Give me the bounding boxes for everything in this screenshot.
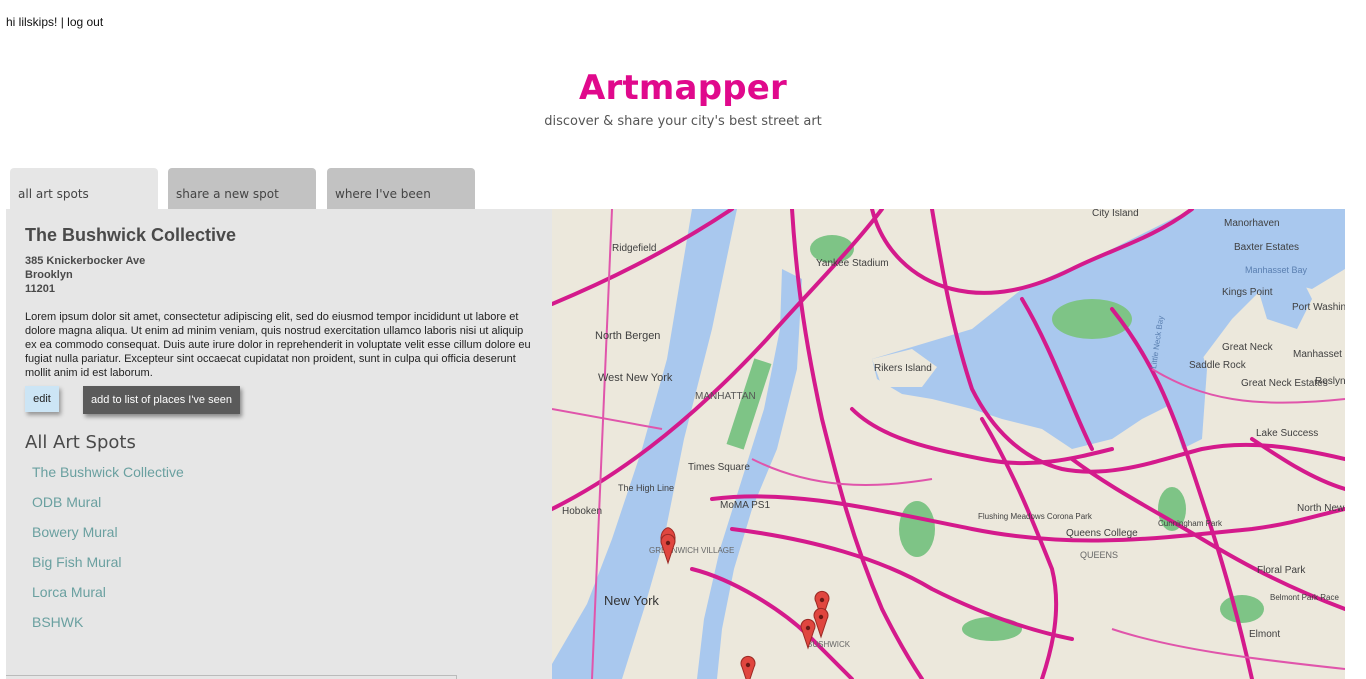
map-canvas[interactable]: City Island Manorhaven Baxter Estates Ma… <box>552 209 1345 679</box>
flushing-meadows-park <box>899 501 935 557</box>
spot-link[interactable]: The Bushwick Collective <box>32 464 184 480</box>
tab-where-ive-been[interactable]: where I've been <box>327 168 475 209</box>
map-label-times-square: Times Square <box>688 462 750 473</box>
address-borough: Brooklyn <box>25 269 73 281</box>
edit-button[interactable]: edit <box>25 386 59 412</box>
map-label-rikers-island: Rikers Island <box>874 363 932 374</box>
site-header: Artmapper discover & share your city's b… <box>0 68 1366 129</box>
site-tagline: discover & share your city's best street… <box>544 114 822 129</box>
map-label-city-island: City Island <box>1092 209 1139 219</box>
logout-link[interactable]: log out <box>67 15 103 29</box>
add-to-seen-button[interactable]: add to list of places I've seen <box>83 386 240 414</box>
list-heading: All Art Spots <box>25 432 136 453</box>
map-label-moma-ps1: MoMA PS1 <box>720 500 770 511</box>
map-label-manorhaven: Manorhaven <box>1224 218 1280 229</box>
map-label-elmont: Elmont <box>1249 629 1280 640</box>
map-label-great-neck: Great Neck <box>1222 342 1274 353</box>
map-label-port-washington: Port Washington <box>1292 302 1345 313</box>
map-label-belmont-park: Belmont Park Race <box>1270 593 1339 602</box>
map-label-manhattan: MANHATTAN <box>695 391 756 402</box>
belmont-park <box>1220 595 1264 623</box>
action-row: edit add to list of places I've seen <box>25 386 533 416</box>
spot-title: The Bushwick Collective <box>25 225 237 245</box>
map-label-kings-point: Kings Point <box>1222 287 1273 298</box>
map-label-flushing-meadows: Flushing Meadows Corona Park <box>978 512 1093 521</box>
map-label-baxter-estates: Baxter Estates <box>1234 242 1299 253</box>
map-label-lake-success: Lake Success <box>1256 428 1318 439</box>
spot-link[interactable]: Lorca Mural <box>32 584 106 600</box>
map-label-west-new-york: West New York <box>598 372 673 384</box>
list-item: Big Fish Mural <box>25 554 533 584</box>
spot-description: Lorem ipsum dolor sit amet, consectetur … <box>25 311 531 379</box>
spot-link[interactable]: BSHWK <box>32 614 83 630</box>
list-item: The Bushwick Collective <box>25 464 533 494</box>
greeting: hi lilskips! <box>6 15 58 29</box>
street-art-map[interactable]: City Island Manorhaven Baxter Estates Ma… <box>552 209 1345 679</box>
map-label-bushwick: BUSHWICK <box>807 640 851 649</box>
map-label-saddle-rock: Saddle Rock <box>1189 360 1247 371</box>
forest-park <box>962 617 1022 641</box>
list-item: BSHWK <box>25 614 533 644</box>
tab-all-art-spots[interactable]: all art spots <box>10 168 158 209</box>
horizontal-scrollbar[interactable] <box>6 675 457 679</box>
map-label-ridgefield: Ridgefield <box>612 243 656 254</box>
spot-link[interactable]: ODB Mural <box>32 494 101 510</box>
list-item: Lorca Mural <box>25 584 533 614</box>
map-label-roslyn: Roslyn <box>1315 376 1345 387</box>
spot-link[interactable]: Bowery Mural <box>32 524 118 540</box>
map-label-new-york: New York <box>604 593 659 608</box>
list-item: Bowery Mural <box>25 524 533 554</box>
map-label-floral-park: Floral Park <box>1257 565 1306 576</box>
address-zip: 11201 <box>25 283 55 295</box>
separator: | <box>57 15 68 29</box>
map-label-north-bergen: North Bergen <box>595 330 660 342</box>
spot-link[interactable]: Big Fish Mural <box>32 554 121 570</box>
sidebar-panel: The Bushwick Collective 385 Knickerbocke… <box>6 209 552 679</box>
address-street: 385 Knickerbocker Ave <box>25 255 146 267</box>
map-label-manhasset: Manhasset <box>1293 349 1342 360</box>
map-label-cunningham-park: Cunningham Park <box>1158 519 1223 528</box>
art-spot-list: The Bushwick Collective ODB Mural Bowery… <box>25 464 533 644</box>
map-label-queens: QUEENS <box>1080 550 1118 560</box>
map-label-the-high-line: The High Line <box>618 483 674 493</box>
map-label-north-new-hyde-park: North New Hyde Park <box>1297 503 1345 514</box>
tab-share-new-spot[interactable]: share a new spot <box>168 168 316 209</box>
map-label-yankee-stadium: Yankee Stadium <box>816 258 889 269</box>
map-label-hoboken: Hoboken <box>562 506 602 517</box>
user-bar: hi lilskips! | log out <box>6 15 103 29</box>
site-title: Artmapper <box>578 68 787 108</box>
map-label-queens-college: Queens College <box>1066 528 1138 539</box>
map-label-greenwich-village: GREENWICH VILLAGE <box>649 546 734 555</box>
spot-address: 385 Knickerbocker Ave Brooklyn 11201 <box>25 254 533 296</box>
list-item: ODB Mural <box>25 494 533 524</box>
map-label-manhasset-bay: Manhasset Bay <box>1245 265 1308 275</box>
